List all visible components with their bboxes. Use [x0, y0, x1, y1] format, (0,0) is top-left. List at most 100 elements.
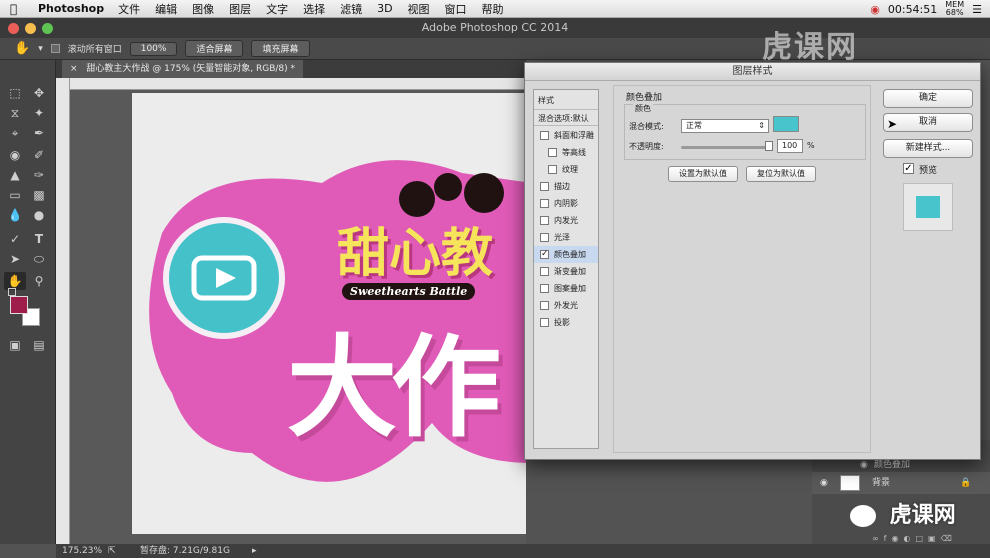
style-stroke-checkbox[interactable]	[540, 182, 549, 191]
opacity-slider-track[interactable]	[681, 146, 771, 149]
zoom-window-button[interactable]	[42, 23, 53, 34]
lasso-tool-icon[interactable]: ⧖	[4, 104, 26, 122]
default-colors-icon[interactable]	[8, 288, 16, 296]
menu-3d[interactable]: 3D	[377, 2, 392, 15]
style-inner-shadow[interactable]: 内阴影	[534, 195, 598, 212]
fit-screen-button[interactable]: 适合屏幕	[185, 40, 244, 57]
move-tool-icon[interactable]: ✥	[28, 84, 50, 102]
pen-tool-icon[interactable]: ✓	[4, 230, 26, 248]
style-bevel-checkbox[interactable]	[540, 131, 549, 140]
style-inner-glow-checkbox[interactable]	[540, 216, 549, 225]
eyedropper-tool-icon[interactable]: ✒	[28, 124, 50, 142]
document-canvas[interactable]: 甜心教 Sweethearts Battle 大作	[132, 93, 526, 534]
menu-layer[interactable]: 图层	[229, 1, 251, 17]
crop-tool-icon[interactable]: ⌖	[4, 124, 26, 142]
new-style-button[interactable]: 新建样式...	[883, 139, 973, 158]
minimize-window-button[interactable]	[25, 23, 36, 34]
folder-icon[interactable]: □	[915, 534, 928, 543]
close-tab-icon[interactable]: ×	[70, 64, 78, 74]
reset-default-button[interactable]: 复位为默认值	[746, 166, 816, 182]
menu-file[interactable]: 文件	[118, 1, 140, 17]
style-pattern-overlay[interactable]: 图案叠加	[534, 280, 598, 297]
fx-icon[interactable]: f	[884, 534, 892, 543]
mask-icon[interactable]: ◉	[892, 534, 904, 543]
style-inner-shadow-checkbox[interactable]	[540, 199, 549, 208]
menu-select[interactable]: 选择	[303, 1, 325, 17]
style-inner-glow[interactable]: 内发光	[534, 212, 598, 229]
menu-image[interactable]: 图像	[192, 1, 214, 17]
preview-checkbox[interactable]: ✓	[903, 163, 914, 174]
overlay-color-swatch[interactable]	[773, 116, 799, 132]
close-window-button[interactable]	[8, 23, 19, 34]
style-color-overlay[interactable]: ✓ 颜色叠加	[534, 246, 598, 263]
marquee-tool-icon[interactable]: ⬚	[4, 84, 26, 102]
canvas-area[interactable]: 甜心教 Sweethearts Battle 大作	[70, 90, 526, 544]
menu-window[interactable]: 窗口	[445, 1, 467, 17]
dodge-tool-icon[interactable]: ●	[28, 206, 50, 224]
tool-preset-chevron-icon[interactable]: ▾	[38, 44, 43, 54]
style-satin-checkbox[interactable]	[540, 233, 549, 242]
new-layer-icon[interactable]: ▣	[928, 534, 941, 543]
opacity-slider-thumb[interactable]	[765, 141, 773, 151]
list-icon[interactable]: ☰	[972, 3, 982, 16]
style-color-overlay-checkbox[interactable]: ✓	[540, 250, 549, 259]
opacity-input[interactable]: 100	[777, 139, 803, 153]
style-texture[interactable]: 纹理	[534, 161, 598, 178]
style-drop-shadow-checkbox[interactable]	[540, 318, 549, 327]
app-menu[interactable]: Photoshop	[38, 2, 104, 15]
menu-edit[interactable]: 编辑	[155, 1, 177, 17]
layer-row-background[interactable]: ◉ 背景 🔒	[812, 472, 990, 494]
style-texture-checkbox[interactable]	[548, 165, 557, 174]
style-drop-shadow[interactable]: 投影	[534, 314, 598, 331]
link-icon[interactable]: ∞	[872, 534, 884, 543]
adjustment-icon[interactable]: ◐	[903, 534, 915, 543]
set-default-button[interactable]: 设置为默认值	[668, 166, 738, 182]
style-pattern-overlay-checkbox[interactable]	[540, 284, 549, 293]
style-contour-checkbox[interactable]	[548, 148, 557, 157]
zoom-tool-icon[interactable]: ⚲	[28, 272, 50, 290]
status-menu-chevron-icon[interactable]: ▸	[252, 544, 257, 558]
quick-mask-icon[interactable]: ▣	[4, 336, 26, 354]
menu-view[interactable]: 视图	[408, 1, 430, 17]
healing-tool-icon[interactable]: ◉	[4, 146, 26, 164]
stamp-tool-icon[interactable]: ▲	[4, 166, 26, 184]
export-icon[interactable]: ⇱	[108, 544, 116, 558]
ok-button[interactable]: 确定	[883, 89, 973, 108]
history-brush-tool-icon[interactable]: ✑	[28, 166, 50, 184]
foreground-color-swatch[interactable]	[10, 296, 28, 314]
menu-help[interactable]: 帮助	[482, 1, 504, 17]
blend-options-item[interactable]: 混合选项:默认	[534, 109, 598, 126]
blur-tool-icon[interactable]: 💧	[4, 206, 26, 224]
styles-header[interactable]: 样式	[534, 92, 598, 109]
path-select-tool-icon[interactable]: ➤	[4, 250, 26, 268]
style-bevel-emboss[interactable]: 斜面和浮雕	[534, 127, 598, 144]
hand-tool-icon[interactable]: ✋	[14, 41, 30, 56]
eraser-tool-icon[interactable]: ▭	[4, 186, 26, 204]
style-gradient-overlay-checkbox[interactable]	[540, 267, 549, 276]
scroll-all-windows-checkbox[interactable]	[50, 44, 60, 53]
shape-tool-icon[interactable]: ⬭	[28, 250, 50, 268]
screen-mode-icon[interactable]: ▤	[28, 336, 50, 354]
record-icon[interactable]: ◉	[870, 3, 880, 16]
style-gradient-overlay[interactable]: 渐变叠加	[534, 263, 598, 280]
style-stroke[interactable]: 描边	[534, 178, 598, 195]
fill-screen-button[interactable]: 填充屏幕	[251, 40, 310, 57]
gradient-tool-icon[interactable]: ▩	[28, 186, 50, 204]
trash-icon[interactable]: ⌫	[941, 534, 957, 543]
visibility-eye-icon[interactable]: ◉	[820, 472, 828, 494]
magic-wand-tool-icon[interactable]: ✦	[28, 104, 50, 122]
style-outer-glow-checkbox[interactable]	[540, 301, 549, 310]
zoom-100-button[interactable]: 100%	[129, 41, 178, 56]
document-tab[interactable]: × 甜心教主大作战 @ 175% (矢量智能对象, RGB/8) *	[62, 60, 304, 78]
style-contour[interactable]: 等高线	[534, 144, 598, 161]
menu-filter[interactable]: 滤镜	[340, 1, 362, 17]
watermark-bottom: 虎课网	[850, 500, 956, 532]
zoom-level[interactable]: 175.23%	[62, 544, 102, 558]
menu-type[interactable]: 文字	[266, 1, 288, 17]
type-tool-icon[interactable]: T	[28, 230, 50, 248]
blend-mode-select[interactable]: 正常 ⇕	[681, 119, 769, 133]
style-outer-glow[interactable]: 外发光	[534, 297, 598, 314]
apple-menu-icon[interactable]: 	[10, 2, 24, 16]
style-satin[interactable]: 光泽	[534, 229, 598, 246]
brush-tool-icon[interactable]: ✐	[28, 146, 50, 164]
